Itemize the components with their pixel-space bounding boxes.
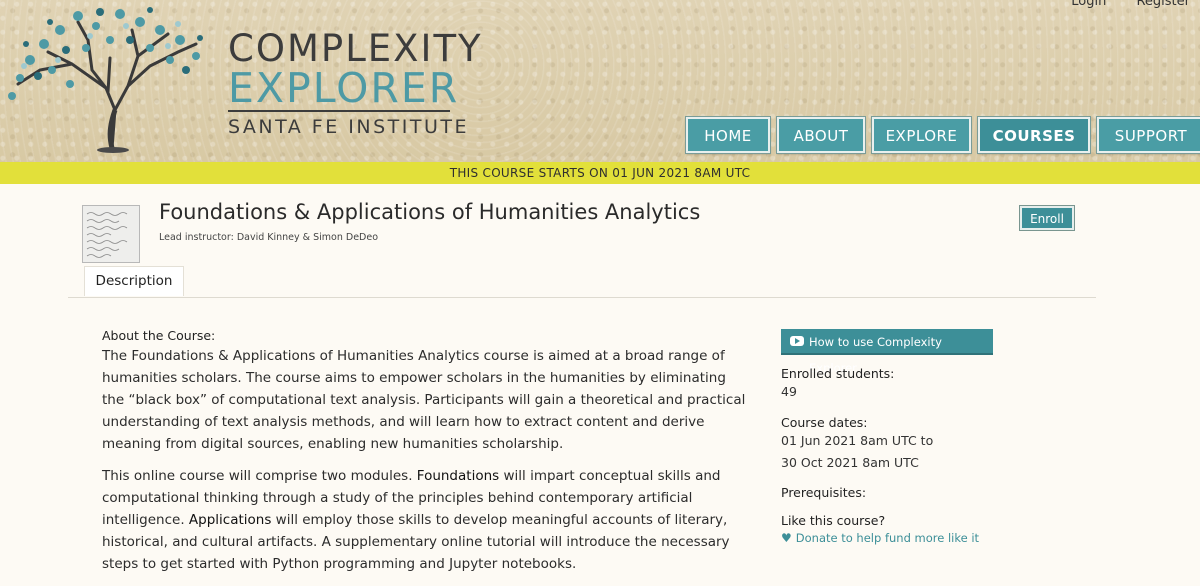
video-play-icon: [790, 336, 804, 346]
enroll-button[interactable]: Enroll: [1019, 205, 1075, 231]
about-paragraph-2: This online course will comprise two mod…: [102, 465, 752, 575]
course-thumbnail: [82, 205, 140, 263]
nav-about[interactable]: ABOUT: [776, 116, 866, 154]
nav-home[interactable]: HOME: [685, 116, 771, 154]
heart-icon: ♥: [781, 531, 792, 545]
para2-text-a: This online course will comprise two mod…: [102, 468, 417, 484]
site-logo[interactable]: COMPLEXITY EXPLORER SANTA FE INSTITUTE: [228, 30, 483, 138]
nav-explore[interactable]: EXPLORE: [871, 116, 972, 154]
enrolled-value: 49: [781, 384, 797, 399]
logo-line-explorer: EXPLORER: [228, 64, 460, 112]
dates-label: Course dates:: [781, 415, 868, 430]
logo-line-complexity: COMPLEXITY: [228, 27, 483, 70]
nav-support[interactable]: SUPPORT: [1096, 116, 1200, 154]
foundations-term: Foundations: [416, 468, 500, 484]
donate-label: Donate to help fund more like it: [795, 531, 980, 545]
prerequisites-label: Prerequisites:: [781, 485, 867, 500]
tab-description[interactable]: Description: [84, 266, 184, 296]
about-paragraph-1: The Foundations & Applications of Humani…: [102, 348, 746, 452]
dates-start: 01 Jun 2021 8am UTC to: [781, 433, 934, 448]
course-start-banner: THIS COURSE STARTS ON 01 JUN 2021 8AM UT…: [0, 162, 1200, 184]
applications-term: Applications: [188, 512, 272, 528]
enrolled-label: Enrolled students:: [781, 366, 895, 381]
account-links: Login Register: [1045, 0, 1190, 9]
login-link[interactable]: Login: [1071, 0, 1106, 9]
logo-line-sfi: SANTA FE INSTITUTE: [228, 116, 469, 138]
main-nav: HOME ABOUT EXPLORE COURSES SUPPORT: [685, 116, 1200, 154]
register-link[interactable]: Register: [1136, 0, 1190, 9]
dates-end: 30 Oct 2021 8am UTC: [781, 455, 919, 470]
course-title: Foundations & Applications of Humanities…: [159, 200, 701, 224]
tree-logo-icon[interactable]: [0, 0, 210, 160]
like-label: Like this course?: [781, 513, 886, 528]
nav-courses[interactable]: COURSES: [977, 116, 1091, 154]
tab-divider: [68, 297, 1096, 298]
lead-instructor: Lead instructor: David Kinney & Simon De…: [159, 232, 379, 243]
about-heading: About the Course:: [102, 328, 216, 343]
donate-link[interactable]: ♥ Donate to help fund more like it: [781, 531, 979, 545]
how-to-use-button[interactable]: How to use Complexity Explorer: [781, 329, 993, 375]
site-header: COMPLEXITY EXPLORER SANTA FE INSTITUTE L…: [0, 0, 1200, 162]
handwriting-image-icon: [86, 212, 128, 258]
